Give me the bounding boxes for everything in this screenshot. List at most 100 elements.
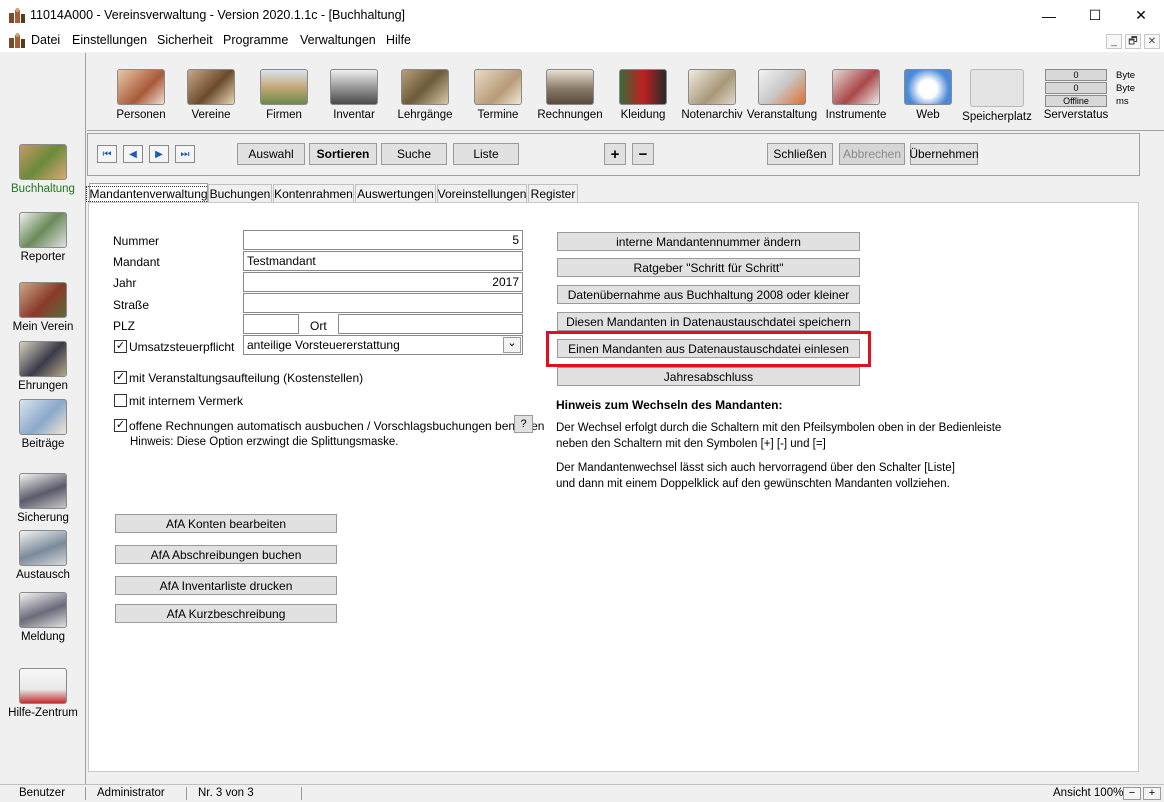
exchange-icon bbox=[19, 530, 67, 566]
tab-kontenrahmen[interactable]: Kontenrahmen bbox=[273, 184, 354, 202]
mandant-speichern-button[interactable]: Diesen Mandanten in Datenaustauschdatei … bbox=[557, 312, 860, 331]
people-icon bbox=[117, 69, 165, 105]
sidebar-item-buchhaltung[interactable]: Buchhaltung bbox=[0, 144, 86, 195]
prev-record-icon[interactable]: ◀ bbox=[123, 145, 143, 163]
ort-field[interactable] bbox=[338, 314, 523, 334]
mandant-field[interactable]: Testmandant bbox=[243, 251, 523, 271]
delete-record-button[interactable]: − bbox=[632, 143, 654, 165]
report-laptop-icon bbox=[19, 592, 67, 628]
maximize-button[interactable]: ☐ bbox=[1072, 0, 1118, 31]
abbrechen-button[interactable]: Abbrechen bbox=[839, 143, 905, 165]
jahr-field[interactable]: 2017 bbox=[243, 272, 523, 292]
mdi-app-icon[interactable] bbox=[8, 33, 26, 49]
rechnungen-checkbox[interactable]: ✓ bbox=[114, 419, 127, 432]
tool-kleidung[interactable]: Kleidung bbox=[607, 69, 679, 121]
tool-notenarchiv[interactable]: Notenarchiv bbox=[676, 69, 748, 121]
next-record-icon[interactable]: ▶ bbox=[149, 145, 169, 163]
sidebar-item-label: Hilfe-Zentrum bbox=[8, 707, 78, 719]
menu-hilfe[interactable]: Hilfe bbox=[386, 33, 411, 47]
zoom-out-button[interactable]: − bbox=[1123, 787, 1141, 800]
close-button[interactable]: ✕ bbox=[1118, 0, 1164, 31]
tool-lehrgaenge[interactable]: Lehrgänge bbox=[389, 69, 461, 121]
menu-datei[interactable]: Datei bbox=[31, 33, 60, 47]
ratgeber-button[interactable]: Ratgeber "Schritt für Schritt" bbox=[557, 258, 860, 277]
reporter-icon bbox=[19, 212, 67, 248]
unit-label: Byte bbox=[1116, 83, 1136, 94]
zoom-in-button[interactable]: + bbox=[1143, 787, 1161, 800]
menu-programme[interactable]: Programme bbox=[223, 33, 288, 47]
tool-veranstaltung[interactable]: Veranstaltung bbox=[746, 69, 818, 121]
sortieren-button[interactable]: Sortieren bbox=[309, 143, 377, 165]
tab-buchungen[interactable]: Buchungen bbox=[208, 184, 272, 202]
tool-firmen[interactable]: Firmen bbox=[248, 69, 320, 121]
datenuebernahme-button[interactable]: Datenübernahme aus Buchhaltung 2008 oder… bbox=[557, 285, 860, 304]
ust-checkbox[interactable]: ✓ bbox=[114, 340, 127, 353]
sidebar-item-austausch[interactable]: Austausch bbox=[0, 530, 86, 581]
add-record-button[interactable]: + bbox=[604, 143, 626, 165]
course-icon bbox=[401, 69, 449, 105]
afa-inventarliste-button[interactable]: AfA Inventarliste drucken bbox=[115, 576, 337, 595]
sidebar-item-beitraege[interactable]: Beiträge bbox=[0, 399, 86, 450]
tool-inventar[interactable]: Inventar bbox=[318, 69, 390, 121]
mandantennummer-button[interactable]: interne Mandantennummer ändern bbox=[557, 232, 860, 251]
club-icon bbox=[187, 69, 235, 105]
first-record-icon[interactable]: ⏮ bbox=[97, 145, 117, 163]
vermerk-checkbox[interactable] bbox=[114, 394, 127, 407]
instruments-icon bbox=[832, 69, 880, 105]
cloud-icon bbox=[904, 69, 952, 105]
afa-abschreibungen-button[interactable]: AfA Abschreibungen buchen bbox=[115, 545, 337, 564]
liste-button[interactable]: Liste bbox=[453, 143, 519, 165]
sidebar-item-ehrungen[interactable]: Ehrungen bbox=[0, 341, 86, 392]
sidebar-item-label: Ehrungen bbox=[18, 380, 68, 392]
chevron-down-icon[interactable]: ⌄ bbox=[503, 337, 521, 353]
ust-select[interactable]: anteilige Vorsteuererstattung bbox=[243, 335, 523, 355]
plz-field[interactable] bbox=[243, 314, 299, 334]
tool-label: Instrumente bbox=[825, 109, 887, 121]
tool-rechnungen[interactable]: Rechnungen bbox=[534, 69, 606, 121]
tab-voreinstellungen[interactable]: Voreinstellungen bbox=[437, 184, 527, 202]
mdi-close-button[interactable]: ✕ bbox=[1144, 34, 1160, 49]
nummer-field[interactable]: 5 bbox=[243, 230, 523, 250]
tab-register[interactable]: Register bbox=[528, 184, 578, 202]
sidebar-item-label: Mein Verein bbox=[12, 321, 74, 333]
veranstaltung-checkbox[interactable]: ✓ bbox=[114, 371, 127, 384]
tab-mandantenverwaltung[interactable]: Mandantenverwaltung bbox=[86, 183, 211, 203]
uebernehmen-button[interactable]: Übernehmen bbox=[909, 143, 979, 165]
sidebar-item-mein-verein[interactable]: Mein Verein bbox=[0, 282, 86, 333]
tool-personen[interactable]: Personen bbox=[105, 69, 177, 121]
tab-label: Mandantenverwaltung bbox=[86, 185, 211, 202]
auswahl-button[interactable]: Auswahl bbox=[237, 143, 305, 165]
cash-register-icon bbox=[546, 69, 594, 105]
tool-web[interactable]: Web bbox=[892, 69, 964, 121]
strasse-field[interactable] bbox=[243, 293, 523, 313]
mdi-restore-button[interactable]: 🗗 bbox=[1125, 34, 1141, 49]
sidebar-item-sicherung[interactable]: Sicherung bbox=[0, 473, 86, 524]
server-status: Offline bbox=[1045, 95, 1107, 107]
afa-kurzbeschreibung-button[interactable]: AfA Kurzbeschreibung bbox=[115, 604, 337, 623]
sidebar-item-hilfe-zentrum[interactable]: Hilfe-Zentrum bbox=[0, 668, 86, 719]
suche-button[interactable]: Suche bbox=[381, 143, 447, 165]
sidebar-item-reporter[interactable]: Reporter bbox=[0, 212, 86, 263]
last-record-icon[interactable]: ⏭ bbox=[175, 145, 195, 163]
tool-termine[interactable]: Termine bbox=[462, 69, 534, 121]
tool-label: Notenarchiv bbox=[681, 109, 743, 121]
tool-instrumente[interactable]: Instrumente bbox=[820, 69, 892, 121]
sidebar-item-meldung[interactable]: Meldung bbox=[0, 592, 86, 643]
honors-icon bbox=[19, 341, 67, 377]
tab-auswertungen[interactable]: Auswertungen bbox=[355, 184, 436, 202]
menu-einstellungen[interactable]: Einstellungen bbox=[72, 33, 147, 47]
menu-sicherheit[interactable]: Sicherheit bbox=[157, 33, 213, 47]
afa-konten-button[interactable]: AfA Konten bearbeiten bbox=[115, 514, 337, 533]
jahresabschluss-button[interactable]: Jahresabschluss bbox=[557, 367, 860, 386]
tool-speicherplatz[interactable]: Speicherplatz bbox=[961, 69, 1033, 123]
tool-serverstatus[interactable]: Serverstatus bbox=[1040, 109, 1112, 121]
menu-verwaltungen[interactable]: Verwaltungen bbox=[300, 33, 376, 47]
minimize-button[interactable]: — bbox=[1026, 0, 1072, 31]
tool-label: Termine bbox=[477, 109, 519, 121]
tool-label: Vereine bbox=[191, 109, 231, 121]
schliessen-button[interactable]: Schließen bbox=[767, 143, 833, 165]
tool-vereine[interactable]: Vereine bbox=[175, 69, 247, 121]
help-button[interactable]: ? bbox=[514, 415, 533, 433]
mdi-minimize-button[interactable]: _ bbox=[1106, 34, 1122, 49]
tool-label: Inventar bbox=[333, 109, 375, 121]
